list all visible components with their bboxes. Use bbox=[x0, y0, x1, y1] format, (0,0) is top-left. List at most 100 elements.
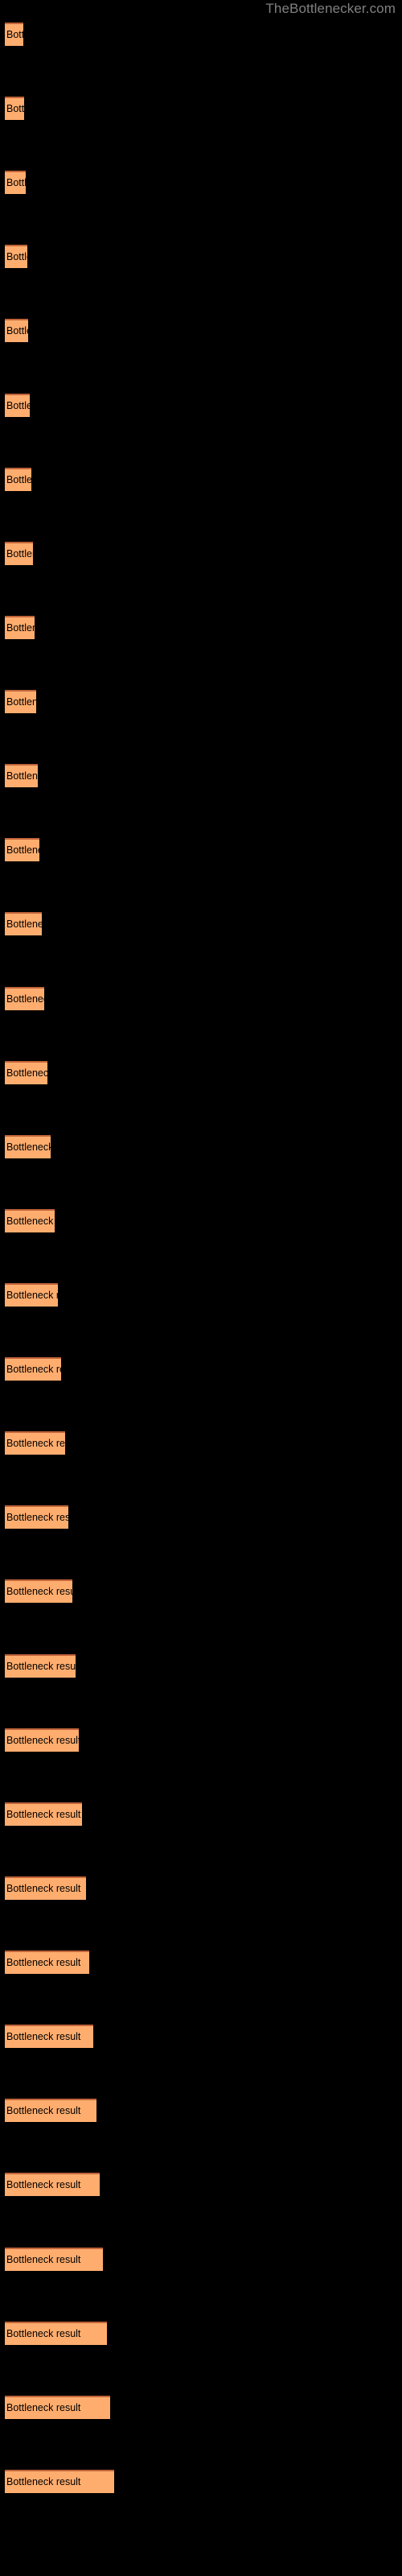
bar-label: Bottleneck result bbox=[6, 1438, 65, 1449]
bar-row: Bottleneck result bbox=[0, 616, 402, 639]
bar-row: Bottleneck result bbox=[0, 912, 402, 935]
bar-label: Bottleneck result bbox=[6, 2402, 81, 2413]
chart-bar: Bottleneck result bbox=[5, 987, 44, 1010]
bar-row: Bottleneck result bbox=[0, 1579, 402, 1603]
chart-bar: Bottleneck result bbox=[5, 468, 31, 491]
bar-label: Bottleneck result bbox=[6, 1067, 47, 1079]
bar-row: Bottleneck result bbox=[0, 171, 402, 194]
chart-bar: Bottleneck result bbox=[5, 319, 28, 342]
chart-bar: Bottleneck result bbox=[5, 764, 38, 787]
bar-label: Bottleneck result bbox=[6, 1141, 51, 1153]
chart-bar: Bottleneck result bbox=[5, 2099, 96, 2122]
bar-row: Bottleneck result bbox=[0, 1728, 402, 1752]
bar-row: Bottleneck result bbox=[0, 1505, 402, 1529]
bar-label: Bottleneck result bbox=[6, 2179, 81, 2190]
chart-bar: Bottleneck result bbox=[5, 2470, 114, 2493]
bar-label: Bottleneck result bbox=[6, 400, 30, 411]
bar-label: Bottleneck result bbox=[6, 1512, 68, 1523]
bar-label: Bottleneck result bbox=[6, 770, 38, 782]
chart-bar: Bottleneck result bbox=[5, 690, 36, 713]
bar-row: Bottleneck result bbox=[0, 1209, 402, 1232]
bar-label: Bottleneck result bbox=[6, 1216, 55, 1227]
chart-bar: Bottleneck result bbox=[5, 912, 42, 935]
bar-row: Bottleneck result bbox=[0, 987, 402, 1010]
chart-bar: Bottleneck result bbox=[5, 97, 24, 120]
chart-bar: Bottleneck result bbox=[5, 1951, 89, 1974]
bar-label: Bottleneck result bbox=[6, 251, 27, 262]
chart-bar: Bottleneck result bbox=[5, 1135, 51, 1158]
chart-bar: Bottleneck result bbox=[5, 394, 30, 417]
bar-label: Bottleneck result bbox=[6, 1364, 61, 1375]
bar-label: Bottleneck result bbox=[6, 844, 39, 856]
bar-row: Bottleneck result bbox=[0, 764, 402, 787]
bar-row: Bottleneck result bbox=[0, 23, 402, 46]
chart-bar: Bottleneck result bbox=[5, 1357, 61, 1381]
bar-row: Bottleneck result bbox=[0, 542, 402, 565]
chart-root: TheBottlenecker.com Bottleneck resultBot… bbox=[0, 0, 402, 2576]
bar-row: Bottleneck result bbox=[0, 2099, 402, 2122]
bar-row: Bottleneck result bbox=[0, 2025, 402, 2048]
bar-label: Bottleneck result bbox=[6, 993, 44, 1005]
bar-label: Bottleneck result bbox=[6, 622, 35, 634]
chart-bar: Bottleneck result bbox=[5, 838, 39, 861]
bar-label: Bottleneck result bbox=[6, 548, 33, 559]
chart-bar: Bottleneck result bbox=[5, 1283, 58, 1307]
chart-bar: Bottleneck result bbox=[5, 2248, 103, 2271]
bar-row: Bottleneck result bbox=[0, 1283, 402, 1307]
chart-bar: Bottleneck result bbox=[5, 2396, 110, 2419]
bar-label: Bottleneck result bbox=[6, 2105, 81, 2116]
chart-bar: Bottleneck result bbox=[5, 616, 35, 639]
bar-row: Bottleneck result bbox=[0, 838, 402, 861]
bar-row: Bottleneck result bbox=[0, 1431, 402, 1455]
chart-bar: Bottleneck result bbox=[5, 2025, 93, 2048]
bar-label: Bottleneck result bbox=[6, 1883, 81, 1894]
chart-bar: Bottleneck result bbox=[5, 171, 26, 194]
bar-row: Bottleneck result bbox=[0, 1135, 402, 1158]
bar-label: Bottleneck result bbox=[6, 474, 31, 485]
bar-row: Bottleneck result bbox=[0, 394, 402, 417]
chart-bar: Bottleneck result bbox=[5, 2173, 100, 2196]
bar-row: Bottleneck result bbox=[0, 1876, 402, 1900]
bar-row: Bottleneck result bbox=[0, 319, 402, 342]
chart-bar: Bottleneck result bbox=[5, 2322, 107, 2345]
bar-label: Bottleneck result bbox=[6, 1586, 72, 1597]
bar-label: Bottleneck result bbox=[6, 29, 23, 40]
chart-bar: Bottleneck result bbox=[5, 1505, 68, 1529]
bar-chart-plot-area: Bottleneck result Bottleneck result Bottle… bbox=[0, 0, 402, 2576]
bar-row: Bottleneck result bbox=[0, 2470, 402, 2493]
bar-row: Bottleneck result bbox=[0, 2396, 402, 2419]
bar-label: Bottleneck result bbox=[6, 919, 42, 930]
bar-label: Bottleneck result bbox=[6, 1290, 58, 1301]
bar-row: Bottleneck result bbox=[0, 468, 402, 491]
chart-bar: Bottleneck result bbox=[5, 1728, 79, 1752]
chart-bar: Bottleneck result bbox=[5, 542, 33, 565]
chart-bar: Bottleneck result bbox=[5, 1431, 65, 1455]
bar-row: Bottleneck result bbox=[0, 2173, 402, 2196]
chart-bar: Bottleneck result bbox=[5, 23, 23, 46]
bar-label: Bottleneck result bbox=[6, 1809, 81, 1820]
bar-row: Bottleneck result bbox=[0, 1654, 402, 1678]
bar-label: Bottleneck result bbox=[6, 1661, 76, 1672]
bar-label: Bottleneck result bbox=[6, 1957, 81, 1968]
bar-row: Bottleneck result bbox=[0, 1061, 402, 1084]
chart-bar: Bottleneck result bbox=[5, 1579, 72, 1603]
bar-row: Bottleneck result bbox=[0, 1802, 402, 1826]
bar-label: Bottleneck result bbox=[6, 2031, 81, 2042]
bar-row: Bottleneck result bbox=[0, 690, 402, 713]
bar-label: Bottleneck result bbox=[6, 696, 36, 708]
bar-label: Bottleneck result bbox=[6, 177, 26, 188]
bar-row: Bottleneck result bbox=[0, 97, 402, 120]
chart-bar: Bottleneck result bbox=[5, 245, 27, 268]
chart-bar: Bottleneck result bbox=[5, 1654, 76, 1678]
bar-row: Bottleneck result bbox=[0, 245, 402, 268]
bar-row: Bottleneck result bbox=[0, 1951, 402, 1974]
bar-label: Bottleneck result bbox=[6, 2476, 81, 2487]
chart-bar: Bottleneck result bbox=[5, 1061, 47, 1084]
bar-row: Bottleneck result bbox=[0, 1357, 402, 1381]
bar-row: Bottleneck result bbox=[0, 2322, 402, 2345]
bar-label: Bottleneck result bbox=[6, 2328, 81, 2339]
chart-bar: Bottleneck result bbox=[5, 1876, 86, 1900]
chart-bar: Bottleneck result bbox=[5, 1802, 82, 1826]
bar-label: Bottleneck result bbox=[6, 1735, 79, 1746]
bar-label: Bottleneck result bbox=[6, 325, 28, 336]
